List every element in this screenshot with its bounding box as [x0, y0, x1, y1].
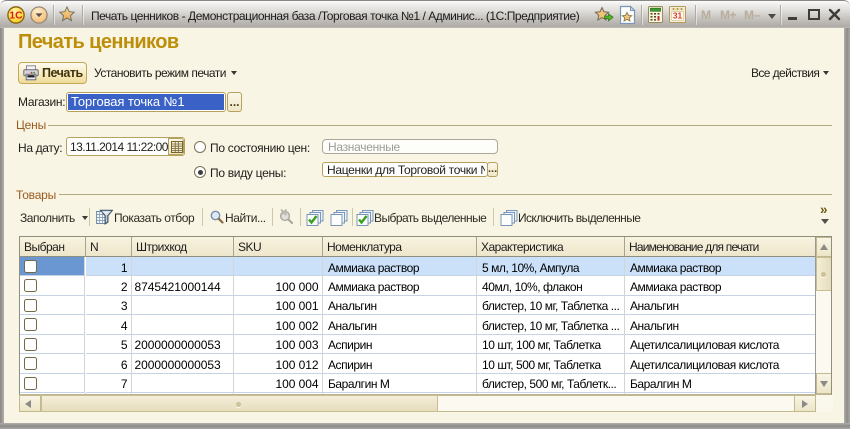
svg-text:1С: 1С [9, 11, 23, 22]
svg-text:31: 31 [673, 11, 683, 21]
